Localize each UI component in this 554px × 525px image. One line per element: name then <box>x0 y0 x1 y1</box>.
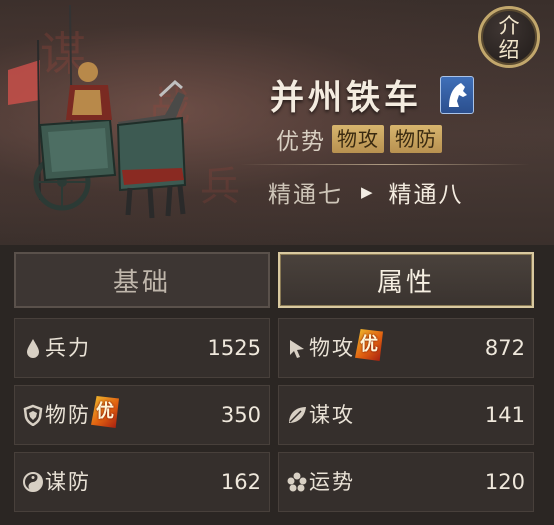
tab-label: 属性 <box>376 267 435 298</box>
stat-value: 120 <box>484 470 525 494</box>
intro-label-2: 绍 <box>498 38 520 62</box>
stat-value: 872 <box>484 336 525 360</box>
stat-card-strat-attack: 谋攻 141 <box>278 385 534 445</box>
stat-card-strat-defense: 谋防 162 <box>14 452 270 512</box>
tab-label: 基础 <box>112 267 171 298</box>
unit-name: 并州铁车 <box>270 78 422 118</box>
unit-hero: 谋 战 兵 介 绍 并州铁车 优势 物攻 <box>0 0 554 245</box>
cursor-icon <box>290 340 304 358</box>
intro-label-1: 介 <box>498 14 520 38</box>
stat-label: 兵力 <box>45 336 91 360</box>
horse-head-icon <box>440 76 474 114</box>
advantage-tag: 物防 <box>390 125 442 153</box>
stat-label: 运势 <box>309 470 355 494</box>
drop-icon <box>27 339 39 358</box>
stat-card-fortune: 运势 120 <box>278 452 534 512</box>
divider <box>240 164 530 165</box>
mastery-current: 精通七 <box>268 182 343 208</box>
advantage-label: 优势 <box>276 129 326 155</box>
advantage-mark: 优 <box>355 329 383 361</box>
mastery-row: 精通七 ▶ 精通八 <box>268 176 464 208</box>
intro-button[interactable]: 介 绍 <box>478 6 540 68</box>
stat-label: 物攻 <box>309 336 355 360</box>
shield-icon <box>23 404 43 426</box>
advantage-tag: 物攻 <box>332 125 384 153</box>
stat-label: 谋攻 <box>309 403 355 427</box>
advantage-mark: 优 <box>91 396 119 428</box>
svg-text:兵: 兵 <box>200 164 240 210</box>
stat-card-phys-defense: 物防 优 350 <box>14 385 270 445</box>
stat-value: 162 <box>220 470 261 494</box>
stat-value: 1525 <box>207 336 261 360</box>
mastery-next: 精通八 <box>388 182 464 208</box>
yin-yang-icon <box>23 472 43 492</box>
tab-attributes[interactable]: 属性 <box>278 252 534 308</box>
tab-basic[interactable]: 基础 <box>14 252 270 308</box>
stat-label: 物防 <box>45 403 91 427</box>
chariot-illustration: 谋 战 兵 <box>8 4 240 219</box>
clover-icon <box>287 472 307 492</box>
play-arrow-icon: ▶ <box>361 183 375 201</box>
stat-card-phys-attack: 物攻 优 872 <box>278 318 534 378</box>
stat-label: 谋防 <box>45 470 91 494</box>
leaf-icon <box>289 407 306 423</box>
stat-value: 350 <box>220 403 261 427</box>
stat-card-troops: 兵力 1525 <box>14 318 270 378</box>
stat-value: 141 <box>484 403 525 427</box>
advantage-row: 优势 物攻 物防 <box>276 125 448 155</box>
